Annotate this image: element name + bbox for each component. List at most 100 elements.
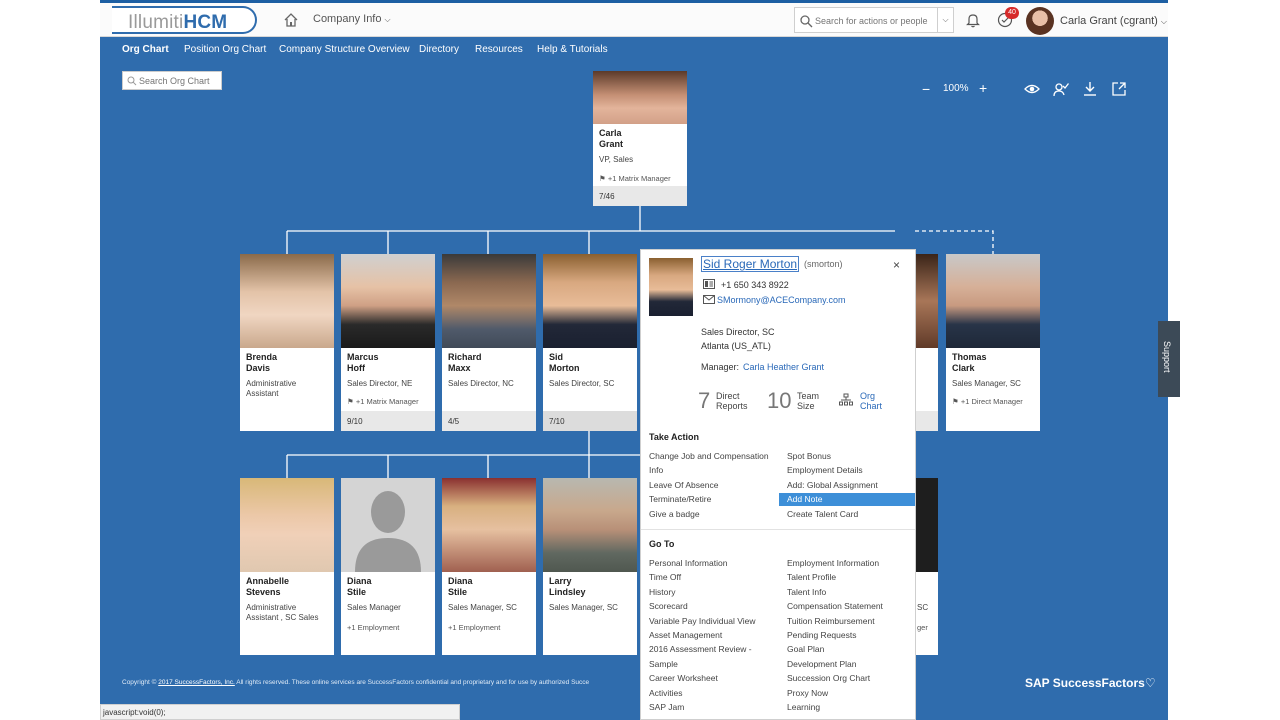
nav-company-structure[interactable]: Company Structure Overview <box>279 44 410 55</box>
employee-name: Richard Maxx <box>448 352 482 373</box>
team-size-count: 10 <box>767 388 792 413</box>
eye-icon[interactable] <box>1024 81 1040 97</box>
goto-activities[interactable]: Activities <box>649 688 683 698</box>
action-employment-details[interactable]: Employment Details <box>787 465 863 475</box>
download-icon[interactable] <box>1082 81 1098 97</box>
employee-title: SC <box>917 603 929 612</box>
goto-proxy-now[interactable]: Proxy Now <box>787 688 828 698</box>
employee-name: Sid Morton <box>549 352 580 373</box>
employee-title: Sales Director, NC <box>448 379 514 388</box>
org-chart-icon <box>839 393 853 406</box>
goto-heading: Go To <box>649 539 675 549</box>
matrix-icon: ⚑ <box>599 174 606 183</box>
org-search <box>122 71 222 90</box>
goto-pending-requests[interactable]: Pending Requests <box>787 630 856 640</box>
user-avatar[interactable] <box>1026 7 1054 35</box>
fullscreen-icon[interactable] <box>1111 81 1127 97</box>
close-icon[interactable]: × <box>893 258 900 272</box>
support-tab[interactable]: Support <box>1158 321 1180 397</box>
bell-icon[interactable] <box>966 12 980 28</box>
search-dropdown-toggle[interactable]: ⌵ <box>937 8 953 32</box>
goto-assessment-review-sample[interactable]: Sample <box>649 659 678 669</box>
manager-link[interactable]: Carla Heather Grant <box>743 362 824 372</box>
take-action-heading: Take Action <box>649 432 700 442</box>
goto-tuition-reimbursement[interactable]: Tuition Reimbursement <box>787 616 875 626</box>
todo-count-badge: 40 <box>1005 7 1019 19</box>
employment-link[interactable]: +1 Employment <box>448 623 500 632</box>
nav-directory[interactable]: Directory <box>419 44 459 55</box>
action-spot-bonus[interactable]: Spot Bonus <box>787 451 831 461</box>
goto-variable-pay[interactable]: Variable Pay Individual View <box>649 616 755 626</box>
matrix-manager-link[interactable]: ⚑ +1 Matrix Manager <box>347 397 419 406</box>
employee-photo <box>543 254 637 348</box>
employee-email-link[interactable]: SMormony@ACECompany.com <box>717 295 846 305</box>
goto-succession-org-chart[interactable]: Succession Org Chart <box>787 673 870 683</box>
goto-time-off[interactable]: Time Off <box>649 572 681 582</box>
employee-profile-link[interactable]: Sid Roger Morton <box>701 256 800 272</box>
action-search-input[interactable] <box>815 12 935 29</box>
org-chart-link[interactable]: Org Chart <box>860 391 882 411</box>
employee-photo <box>916 478 938 572</box>
org-card-diana-stile[interactable]: Diana Stile Sales Manager +1 Employment <box>341 478 435 655</box>
employment-link[interactable]: +1 Employment <box>347 623 399 632</box>
action-terminate-retire[interactable]: Terminate/Retire <box>649 494 711 504</box>
org-chart-app: IllumitiHCM Company Info ⌵ ⌵ 40 Carla Gr… <box>100 0 1168 720</box>
goto-employment-information[interactable]: Employment Information <box>787 558 879 568</box>
person-check-icon[interactable] <box>1053 81 1069 97</box>
action-leave-of-absence[interactable]: Leave Of Absence <box>649 480 718 490</box>
org-card-hidden-partial[interactable] <box>916 254 938 431</box>
team-size-label: Team Size <box>797 391 820 411</box>
team-count: 9/10 <box>341 411 435 431</box>
org-card-richard-maxx[interactable]: Richard Maxx Sales Director, NC 4/5 <box>442 254 536 431</box>
action-give-badge[interactable]: Give a badge <box>649 509 700 519</box>
home-icon[interactable] <box>283 12 299 28</box>
goto-learning[interactable]: Learning <box>787 702 820 712</box>
org-card-diana-stile-sc[interactable]: Diana Stile Sales Manager, SC +1 Employme… <box>442 478 536 655</box>
user-menu[interactable]: Carla Grant (cgrant) ⌵ <box>1060 15 1167 27</box>
company-info-menu[interactable]: Company Info ⌵ <box>313 13 391 25</box>
team-count: 4/5 <box>442 411 536 431</box>
nav-resources[interactable]: Resources <box>475 44 523 55</box>
direct-manager-link[interactable]: ⚑ +1 Direct Manager <box>952 397 1023 406</box>
goto-talent-profile[interactable]: Talent Profile <box>787 572 836 582</box>
goto-talent-info[interactable]: Talent Info <box>787 587 826 597</box>
org-card-thomas-clark[interactable]: Thomas Clark Sales Manager, SC ⚑ +1 Direc… <box>946 254 1040 431</box>
goto-development-plan[interactable]: Development Plan <box>787 659 856 669</box>
goto-compensation-statement[interactable]: Compensation Statement <box>787 601 883 611</box>
org-card-sid-morton[interactable]: Sid Morton Sales Director, SC 7/10 <box>543 254 637 431</box>
org-search-input[interactable] <box>139 74 221 88</box>
action-info[interactable]: Info <box>649 465 663 475</box>
matrix-icon: ⚑ <box>347 397 354 406</box>
nav-help-tutorials[interactable]: Help & Tutorials <box>537 44 608 55</box>
employee-photo <box>240 478 334 572</box>
action-change-job[interactable]: Change Job and Compensation <box>649 451 769 461</box>
matrix-manager-link[interactable]: ⚑ +1 Matrix Manager <box>599 174 671 183</box>
employment-link[interactable]: ger <box>917 623 928 632</box>
org-card-larry-lindsley[interactable]: Larry Lindsley Sales Manager, SC <box>543 478 637 655</box>
nav-org-chart[interactable]: Org Chart <box>122 44 169 55</box>
copyright-text: Copyright © 2017 SuccessFactors, Inc. Al… <box>122 679 590 686</box>
goto-history[interactable]: History <box>649 587 675 597</box>
zoom-in-button[interactable]: + <box>979 80 987 96</box>
action-add-global-assignment[interactable]: Add: Global Assignment <box>787 480 878 490</box>
org-card-annabelle-stevens[interactable]: Annabelle Stevens Administrative Assistan… <box>240 478 334 655</box>
goto-asset-management[interactable]: Asset Management <box>649 630 722 640</box>
zoom-out-button[interactable]: − <box>922 81 930 97</box>
org-card-carla-grant[interactable]: Carla Grant VP, Sales ⚑ +1 Matrix Manager… <box>593 71 687 206</box>
employee-name: Diana Stile <box>347 576 372 597</box>
org-card-hidden-partial-2[interactable]: SC ger <box>916 478 938 655</box>
goto-personal-information[interactable]: Personal Information <box>649 558 727 568</box>
goto-scorecard[interactable]: Scorecard <box>649 601 688 611</box>
action-create-talent-card[interactable]: Create Talent Card <box>787 509 858 519</box>
goto-goal-plan[interactable]: Goal Plan <box>787 644 824 654</box>
goto-career-worksheet[interactable]: Career Worksheet <box>649 673 718 683</box>
successfactors-link[interactable]: 2017 SuccessFactors, Inc. <box>158 679 235 686</box>
org-card-brenda-davis[interactable]: Brenda Davis Administrative Assistant <box>240 254 334 431</box>
org-card-marcus-hoff[interactable]: Marcus Hoff Sales Director, NE ⚑ +1 Matri… <box>341 254 435 431</box>
goto-assessment-review[interactable]: 2016 Assessment Review - <box>649 644 752 654</box>
goto-sap-jam[interactable]: SAP Jam <box>649 702 684 712</box>
person-silhouette-icon <box>355 491 421 572</box>
nav-position-org-chart[interactable]: Position Org Chart <box>184 44 266 55</box>
company-logo[interactable]: IllumitiHCM <box>112 6 257 34</box>
action-add-note[interactable]: Add Note <box>779 493 915 506</box>
